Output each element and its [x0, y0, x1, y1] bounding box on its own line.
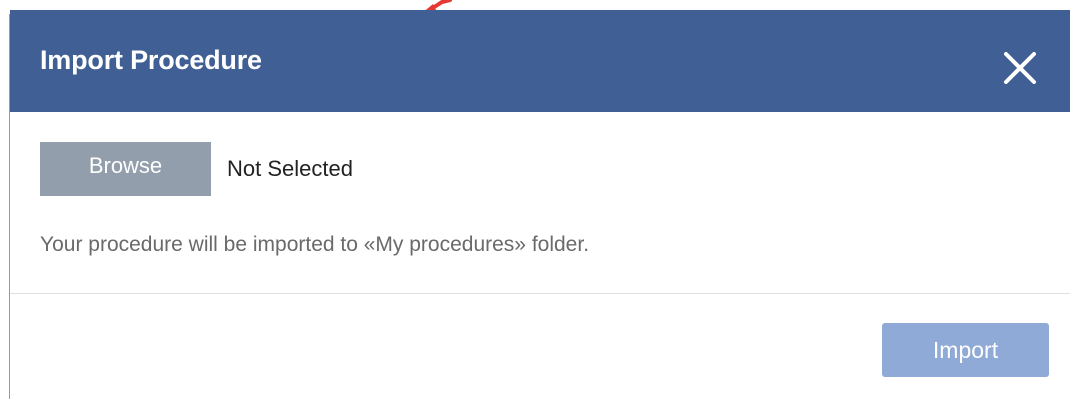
close-icon: [1004, 52, 1036, 84]
close-button[interactable]: [1002, 50, 1038, 86]
background-window-edge: [0, 14, 10, 399]
import-procedure-dialog: Import Procedure Browse Not Selected You…: [10, 10, 1070, 399]
footer-divider: [10, 293, 1070, 294]
dialog-header: Import Procedure: [10, 10, 1070, 112]
import-destination-info: Your procedure will be imported to «My p…: [40, 233, 590, 256]
screenshot-stage: Import Procedure Browse Not Selected You…: [0, 0, 1070, 399]
browse-button[interactable]: Browse: [40, 142, 211, 196]
import-button[interactable]: Import: [882, 323, 1049, 377]
selected-file-status: Not Selected: [227, 156, 353, 181]
dialog-title: Import Procedure: [40, 45, 262, 75]
